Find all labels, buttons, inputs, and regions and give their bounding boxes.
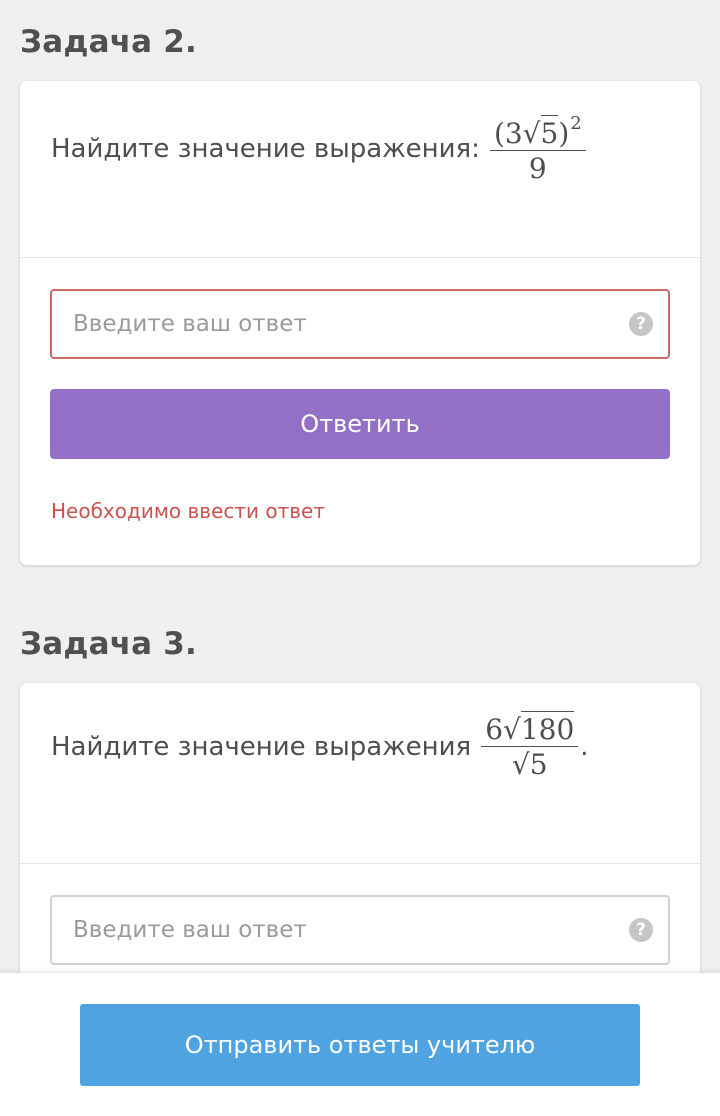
task-3-den-radicand: 5 (529, 746, 548, 782)
task-2-num-close: ) (558, 117, 570, 150)
task-3-question: Найдите значение выражения 6√180 √5 . (51, 711, 589, 782)
task-2-card: Найдите значение выражения: (3√5)2 9 ? О… (20, 81, 700, 565)
task-3-divider (20, 863, 700, 864)
task-2-numerator: (3√5)2 (490, 113, 586, 150)
task-2-question-text: Найдите значение выражения: (51, 134, 480, 165)
task-3-numerator: 6√180 (481, 711, 578, 746)
help-icon[interactable]: ? (629, 312, 653, 336)
task-2-denominator: 9 (489, 150, 586, 184)
page: Задача 2. Найдите значение выражения: (3… (0, 0, 720, 1116)
task-2-error-message: Необходимо ввести ответ (51, 499, 326, 523)
task-2-num-power: 2 (570, 113, 582, 134)
task-2-question: Найдите значение выражения: (3√5)2 9 (51, 113, 586, 184)
task-3-title: Задача 3. (20, 626, 198, 662)
task-3-answer-field[interactable]: ? (50, 895, 670, 965)
task-3-fraction: 6√180 √5 (481, 711, 579, 782)
help-icon[interactable]: ? (629, 918, 653, 942)
task-3-den-root: √ (511, 748, 530, 782)
task-3-denominator: √5 (481, 746, 579, 782)
task-3-question-text: Найдите значение выражения (51, 732, 472, 763)
task-2-answer-input[interactable] (52, 291, 629, 357)
task-2-num-open: (3√ (493, 117, 541, 150)
send-answers-button[interactable]: Отправить ответы учителю (80, 1004, 640, 1086)
task-2-num-radicand: 5 (540, 115, 559, 150)
task-3-num-radicand: 180 (520, 711, 575, 746)
task-3-trailing-period: . (580, 732, 589, 763)
task-2-submit-button[interactable]: Ответить (50, 389, 670, 459)
task-3-answer-input[interactable] (52, 897, 629, 963)
task-2-fraction: (3√5)2 9 (489, 113, 586, 184)
task-2-answer-field[interactable]: ? (50, 289, 670, 359)
footer-bar: Отправить ответы учителю (0, 973, 720, 1116)
task-3-card: Найдите значение выражения 6√180 √5 . ? (20, 683, 700, 1013)
task-3-num-coef: 6√ (485, 713, 521, 746)
task-2-divider (20, 257, 700, 258)
task-2-title: Задача 2. (20, 24, 198, 60)
